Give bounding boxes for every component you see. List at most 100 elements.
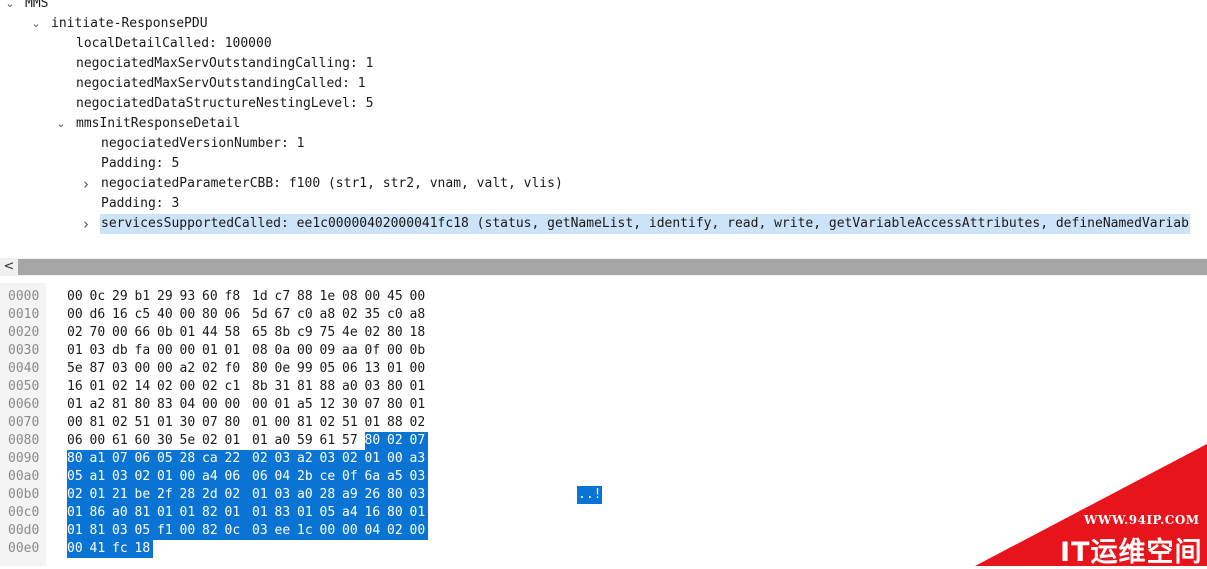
hex-byte[interactable]: 02 [202, 378, 225, 396]
hex-byte[interactable]: fc [112, 540, 135, 558]
hex-byte[interactable]: a1 [89, 468, 113, 486]
tree-row[interactable]: negociatedVersionNumber: 1 [0, 134, 1207, 154]
hex-byte[interactable]: 00 [67, 306, 90, 324]
hex-byte[interactable]: f8 [225, 288, 255, 306]
hex-byte[interactable]: b1 [135, 288, 158, 306]
hex-byte[interactable]: 29 [157, 288, 180, 306]
hex-byte[interactable]: 30 [180, 414, 203, 432]
hex-byte[interactable]: 03 [252, 522, 275, 540]
hex-byte[interactable]: 4e [342, 324, 365, 342]
hex-byte[interactable]: 16 [67, 378, 90, 396]
hex-byte[interactable]: 02 [342, 450, 365, 468]
hex-byte[interactable]: 88 [297, 288, 320, 306]
tree-row[interactable]: negociatedMaxServOutstandingCalling: 1 [0, 54, 1207, 74]
hex-byte[interactable]: a0 [297, 486, 320, 504]
hex-byte[interactable]: 02 [112, 414, 135, 432]
hex-byte[interactable]: 81 [90, 414, 113, 432]
hex-byte[interactable]: 01 [89, 486, 113, 504]
hex-byte[interactable]: 14 [135, 378, 158, 396]
hex-byte[interactable]: 00 [112, 324, 135, 342]
hex-byte[interactable]: 05 [320, 360, 343, 378]
hex-byte[interactable]: 05 [67, 468, 90, 486]
hex-byte[interactable]: 8b [275, 324, 298, 342]
hex-byte[interactable]: 01 [410, 378, 428, 396]
hex-byte[interactable]: 00 [387, 450, 410, 468]
hex-byte[interactable]: 01 [365, 414, 388, 432]
hex-byte[interactable]: c9 [297, 324, 320, 342]
hex-byte[interactable]: c7 [275, 288, 298, 306]
hex-byte[interactable]: 2f [157, 486, 180, 504]
hex-byte[interactable]: 03 [365, 378, 388, 396]
hex-byte[interactable]: 65 [252, 324, 275, 342]
hex-byte[interactable]: 58 [225, 324, 255, 342]
hex-byte[interactable]: 00 [67, 414, 90, 432]
hex-byte[interactable]: 01 [179, 504, 203, 522]
hex-byte[interactable]: 80 [387, 324, 410, 342]
hex-byte[interactable]: 06 [225, 306, 255, 324]
horizontal-scrollbar[interactable]: < [0, 258, 1207, 276]
hex-byte[interactable]: 01 [157, 468, 180, 486]
hex-byte[interactable]: 03 [274, 450, 298, 468]
hex-byte[interactable]: 00 [67, 540, 90, 558]
hex-byte[interactable]: 00 [252, 396, 275, 414]
hex-byte[interactable]: 02 [320, 414, 343, 432]
hex-byte[interactable]: 00 [297, 342, 320, 360]
hex-byte[interactable]: 28 [319, 486, 343, 504]
hex-byte[interactable]: a0 [112, 504, 135, 522]
hex-byte[interactable]: 80 [364, 432, 388, 450]
ascii-text[interactable]: ..! [577, 486, 603, 504]
hex-byte[interactable]: 01 [252, 504, 275, 522]
hex-byte[interactable]: 80 [387, 486, 410, 504]
hex-byte[interactable]: 5d [252, 306, 275, 324]
hex-byte[interactable]: a0 [342, 378, 365, 396]
hex-byte[interactable]: a2 [180, 360, 203, 378]
hex-byte[interactable]: 02 [67, 324, 90, 342]
hex-byte[interactable]: f0 [225, 360, 255, 378]
hex-byte[interactable]: 21 [112, 486, 135, 504]
hex-byte[interactable]: 01 [225, 342, 255, 360]
hex-byte[interactable]: 12 [320, 396, 343, 414]
hex-byte[interactable]: a0 [275, 432, 298, 450]
hex-byte[interactable]: c0 [297, 306, 320, 324]
hex-byte[interactable]: 01 [364, 450, 388, 468]
hex-byte[interactable]: fa [135, 342, 158, 360]
hex-byte[interactable]: a3 [409, 450, 428, 468]
hex-byte[interactable]: 01 [67, 396, 90, 414]
hex-byte[interactable]: 18 [410, 324, 428, 342]
hex-byte[interactable]: 03 [112, 522, 135, 540]
tree-row[interactable]: ⌄ initiate-ResponsePDU [0, 14, 1207, 34]
hex-byte[interactable]: 01 [67, 504, 90, 522]
hex-byte[interactable]: 45 [387, 288, 410, 306]
hex-byte[interactable]: 00 [410, 288, 428, 306]
tree-row[interactable]: localDetailCalled: 100000 [0, 34, 1207, 54]
chevron-down-icon[interactable]: ⌄ [4, 0, 16, 14]
hex-byte[interactable]: 00 [410, 360, 428, 378]
hex-byte[interactable]: 03 [409, 468, 428, 486]
hex-byte[interactable]: 00 [180, 342, 203, 360]
hex-byte[interactable]: 00 [365, 288, 388, 306]
hex-byte[interactable]: 02 [252, 450, 275, 468]
hex-byte[interactable]: 04 [364, 522, 388, 540]
hex-byte[interactable]: 31 [275, 378, 298, 396]
tree-row[interactable]: Padding: 3 [0, 194, 1207, 214]
hex-byte[interactable]: 01 [67, 522, 90, 540]
hex-byte[interactable]: f1 [157, 522, 180, 540]
hex-byte[interactable]: a4 [342, 504, 365, 522]
hex-byte[interactable]: a8 [410, 306, 428, 324]
hex-byte[interactable]: 75 [320, 324, 343, 342]
hex-byte[interactable]: 03 [90, 342, 113, 360]
hex-byte[interactable]: 28 [179, 450, 203, 468]
hex-byte[interactable]: 01 [157, 504, 180, 522]
hex-byte[interactable]: 81 [134, 504, 158, 522]
hex-byte[interactable]: 80 [387, 378, 410, 396]
hex-byte[interactable]: 01 [297, 504, 320, 522]
hex-byte[interactable]: 04 [274, 468, 298, 486]
hex-byte[interactable]: 22 [224, 450, 255, 468]
hex-byte[interactable]: 00 [202, 396, 225, 414]
hex-byte[interactable]: a5 [387, 468, 410, 486]
hex-byte[interactable]: 02 [202, 360, 225, 378]
hex-byte[interactable]: 82 [202, 504, 225, 522]
hex-byte[interactable]: 01 [252, 486, 275, 504]
hex-byte[interactable]: 87 [90, 360, 113, 378]
hex-byte[interactable]: 0a [275, 342, 298, 360]
